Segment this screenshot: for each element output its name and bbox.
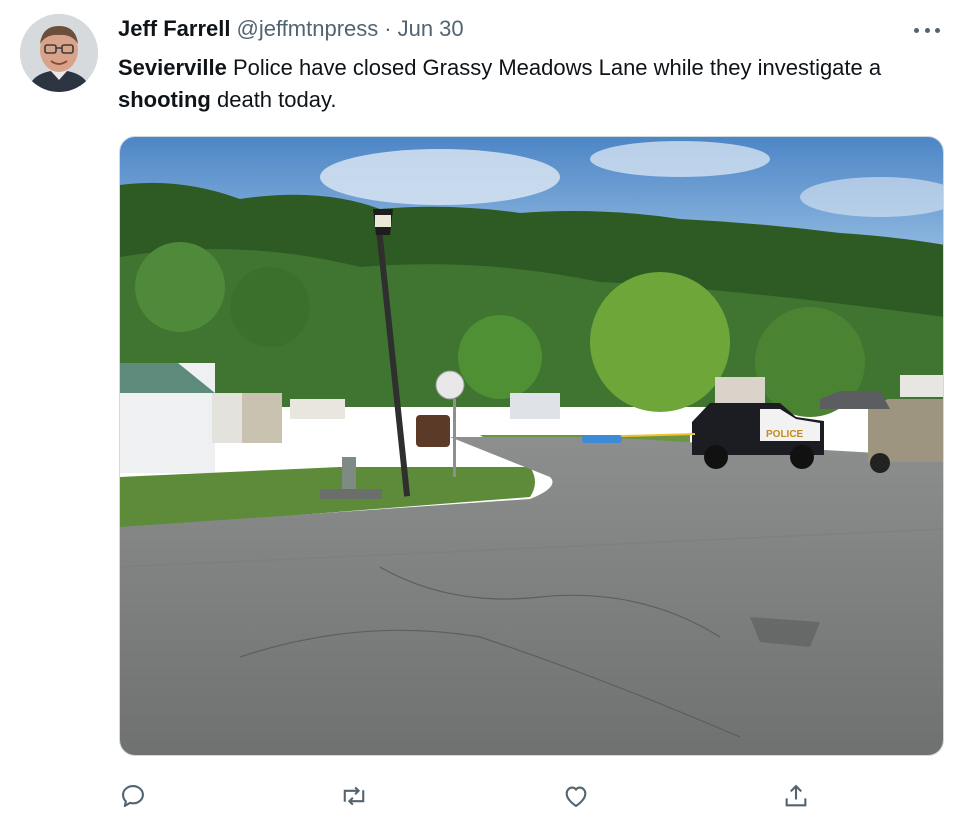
share-button[interactable] — [780, 780, 812, 812]
tweet-date[interactable]: Jun 30 — [398, 16, 464, 42]
street-scene-photo: POLICE — [120, 137, 943, 755]
author-display-name[interactable]: Jeff Farrell — [118, 16, 231, 42]
tweet-text: Sevierville Police have closed Grassy Me… — [118, 52, 948, 116]
share-upload-icon — [785, 784, 807, 807]
retweet-icon — [343, 786, 365, 806]
tweet-text-segment: Police have closed Grassy Meadows Lane w… — [226, 55, 882, 80]
police-label: POLICE — [766, 429, 804, 440]
avatar[interactable] — [20, 14, 98, 92]
more-horizontal-icon — [924, 27, 930, 33]
reply-bubble-icon — [122, 785, 144, 807]
avatar-image — [20, 14, 98, 92]
tweet-actions — [0, 780, 960, 812]
tweet-photo[interactable]: POLICE — [119, 136, 944, 756]
like-button[interactable] — [560, 780, 592, 812]
author-handle[interactable]: @jeffmtnpress — [237, 16, 379, 42]
tweet-text-segment: death today. — [210, 87, 337, 112]
heart-icon — [565, 786, 587, 807]
tweet-header: Jeff Farrell @jeffmtnpress · Jun 30 — [118, 16, 464, 46]
more-horizontal-icon — [935, 27, 940, 33]
hashtag-sevierville: Sevierville — [118, 55, 227, 80]
keyword-shooting: shooting — [118, 87, 211, 112]
reply-button[interactable] — [117, 780, 149, 812]
more-horizontal-icon — [914, 27, 919, 33]
separator-dot: · — [384, 16, 392, 41]
tweet: Jeff Farrell @jeffmtnpress · Jun 30 Sevi… — [0, 0, 960, 817]
more-options-button[interactable] — [914, 20, 940, 40]
retweet-button[interactable] — [338, 780, 370, 812]
